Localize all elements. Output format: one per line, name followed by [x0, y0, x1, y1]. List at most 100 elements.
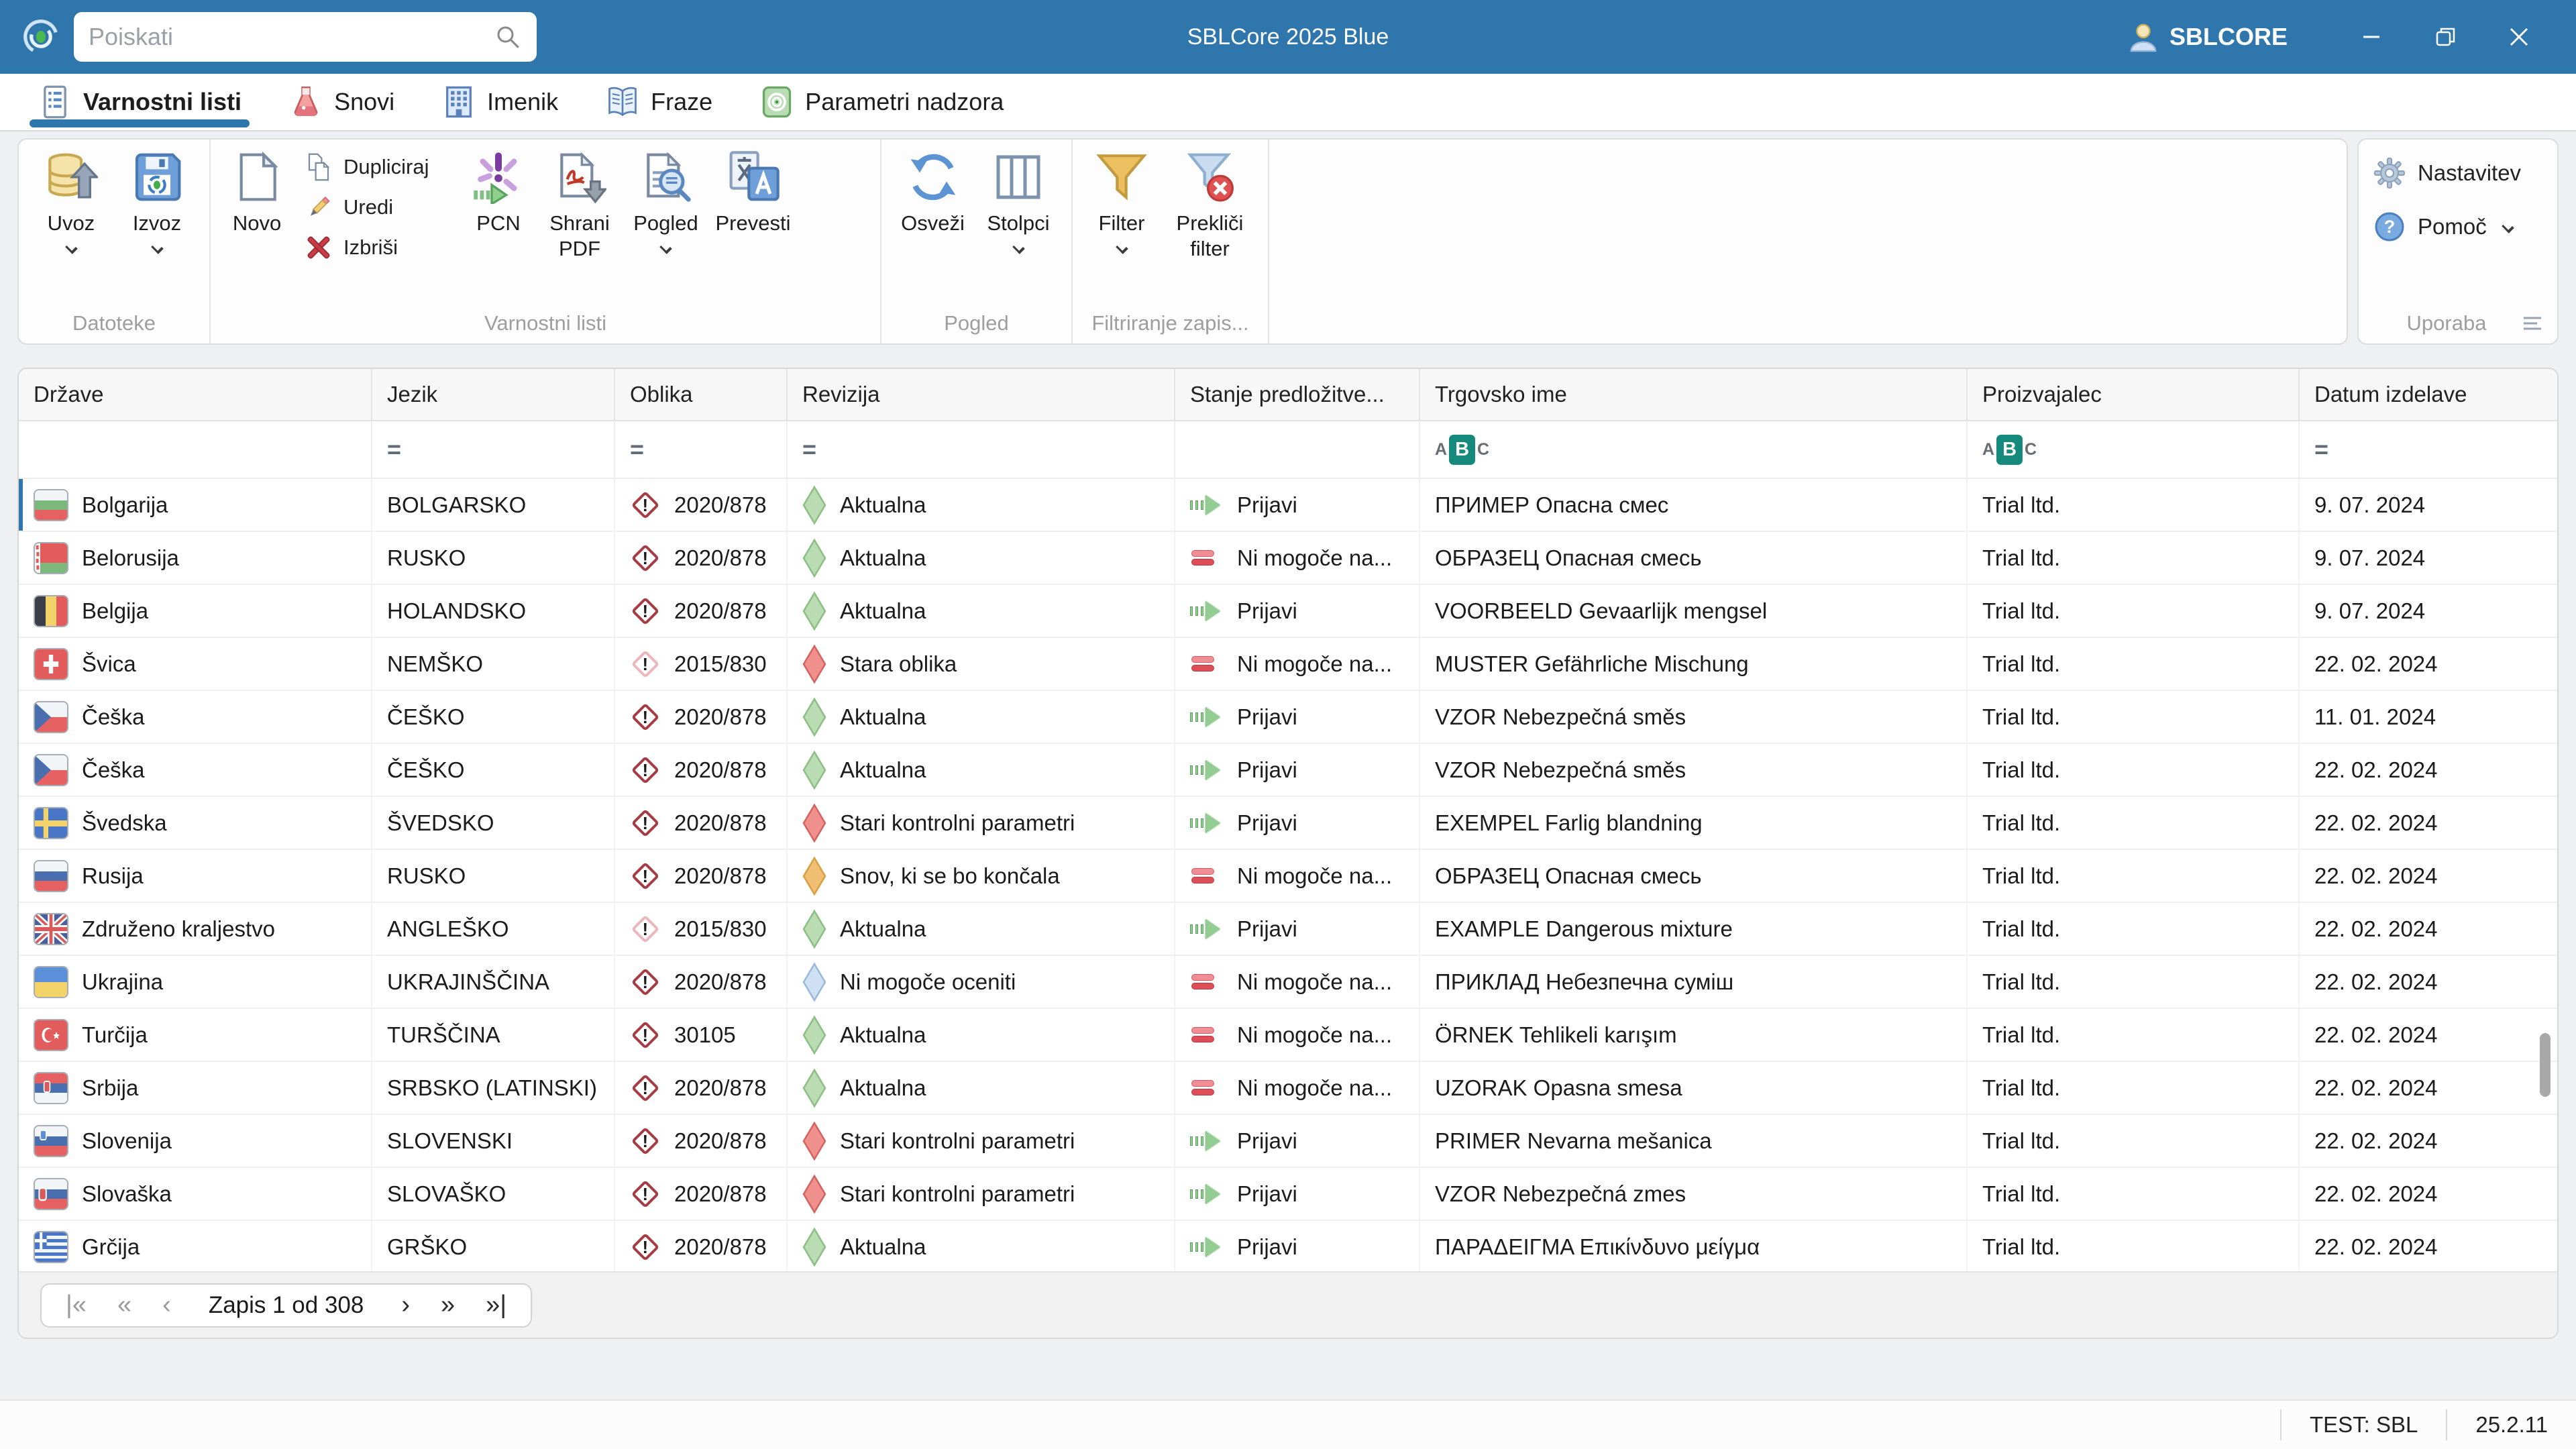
table-row[interactable]: Slovaška SLOVAŠKO ! 2020/878 Stari kontr… [19, 1168, 2557, 1221]
filter-cell[interactable]: ABC [1968, 421, 2300, 478]
izvoz-button[interactable]: Izvoz [114, 144, 200, 254]
menu-lines-icon[interactable] [2521, 315, 2544, 332]
equals-filter-icon[interactable]: = [387, 435, 401, 464]
cell-stanje: Ni mogoče na... [1175, 638, 1420, 690]
tab-fraze[interactable]: Fraze [605, 74, 712, 130]
column-header-datum-izdelave[interactable]: Datum izdelave [2300, 369, 2497, 420]
vertical-scrollbar-thumb[interactable] [2540, 1033, 2551, 1097]
table-row[interactable]: Grčija GRŠKO ! 2020/878 Aktualna Prijavi… [19, 1221, 2557, 1274]
country-flag-icon [34, 541, 68, 574]
table-row[interactable]: Turčija TURŠČINA ! 30105 Aktualna Ni mog… [19, 1009, 2557, 1062]
column-header-trgovsko-ime[interactable]: Trgovsko ime [1420, 369, 1968, 420]
prevesti-button[interactable]: Prevesti [708, 144, 798, 236]
last-page-button[interactable]: »| [486, 1291, 506, 1320]
text-filter-icon[interactable]: ABC [1982, 434, 2037, 465]
next-pages-button[interactable]: » [441, 1291, 455, 1320]
revision-status-label: Aktualna [840, 757, 926, 782]
cell-trgovsko-ime: EXEMPEL Farlig blandning [1420, 797, 1968, 849]
search-icon[interactable] [494, 23, 522, 51]
prev-record-button[interactable]: ‹ [162, 1291, 171, 1320]
uredi-button[interactable]: Uredi [305, 193, 455, 221]
dupliciraj-button[interactable]: Dupliciraj [305, 153, 455, 181]
tab-parametri-nadzora[interactable]: Parametri nadzora [759, 74, 1004, 130]
filter-cell[interactable] [19, 421, 372, 478]
close-button[interactable] [2482, 0, 2556, 74]
cell-revizija: Stari kontrolni parametri [788, 1115, 1175, 1167]
column-header-oblika[interactable]: Oblika [615, 369, 788, 420]
table-row[interactable]: Švica NEMŠKO ! 2015/830 Stara oblika Ni … [19, 638, 2557, 691]
revision-status-label: Aktualna [840, 916, 926, 941]
novo-button[interactable]: Novo [220, 144, 294, 236]
preklici-filter-button[interactable]: Prekliči filter [1161, 144, 1258, 262]
izbrisi-button[interactable]: Izbriši [305, 233, 455, 262]
cell-drzave: Bolgarija [19, 479, 372, 531]
table-row[interactable]: Ukrajina UKRAJINŠČINA ! 2020/878 Ni mogo… [19, 956, 2557, 1009]
maximize-button[interactable] [2408, 0, 2482, 74]
table-row[interactable]: Bolgarija BOLGARSKO ! 2020/878 Aktualna … [19, 479, 2557, 532]
osvezi-button[interactable]: Osveži [891, 144, 975, 236]
column-header-jezik[interactable]: Jezik [372, 369, 615, 420]
submission-status-label: Ni mogoče na... [1237, 1075, 1393, 1100]
revision-status-icon [802, 1227, 826, 1267]
column-header-drzave[interactable]: Države [19, 369, 372, 420]
pcn-notify-icon [472, 149, 525, 205]
revision-status-icon [802, 750, 826, 790]
equals-filter-icon[interactable]: = [802, 435, 816, 464]
filter-cell[interactable]: = [615, 421, 788, 478]
document-list-icon [44, 85, 66, 119]
tab-varnostni-listi[interactable]: Varnostni listi [29, 74, 250, 130]
column-header-revizija[interactable]: Revizija [788, 369, 1175, 420]
filter-button[interactable]: Filter [1082, 144, 1161, 254]
table-row[interactable]: Češka ČEŠKO ! 2020/878 Aktualna Prijavi … [19, 744, 2557, 797]
filter-cell[interactable]: = [372, 421, 615, 478]
pogled-button[interactable]: Pogled [624, 144, 708, 254]
pomoc-button[interactable]: ? Pomoč [2371, 200, 2545, 254]
regulation-label: 2020/878 [674, 704, 767, 729]
cell-trgovsko-ime: PRIMER Nevarna mešanica [1420, 1115, 1968, 1167]
column-header-stanje[interactable]: Stanje predložitve... [1175, 369, 1420, 420]
filter-cell[interactable]: ABC [1420, 421, 1968, 478]
table-row[interactable]: Belorusija RUSKO ! 2020/878 Aktualna Ni … [19, 532, 2557, 585]
pcn-button[interactable]: PCN [462, 144, 535, 236]
cell-stanje: Ni mogoče na... [1175, 1062, 1420, 1114]
search-input[interactable] [89, 23, 494, 51]
uvoz-button[interactable]: Uvoz [28, 144, 114, 254]
cell-revizija: Aktualna [788, 532, 1175, 584]
equals-filter-icon[interactable]: = [2314, 435, 2328, 464]
nastavitev-button[interactable]: Nastavitev [2371, 146, 2545, 200]
table-row[interactable]: Srbija SRBSKO (LATINSKI) ! 2020/878 Aktu… [19, 1062, 2557, 1115]
filter-cell[interactable] [1175, 421, 1420, 478]
first-page-button[interactable]: |« [66, 1291, 87, 1320]
next-record-button[interactable]: › [401, 1291, 410, 1320]
filter-cell[interactable]: = [2300, 421, 2497, 478]
building-icon [446, 86, 472, 118]
cell-trgovsko-ime: VOORBEELD Gevaarlijk mengsel [1420, 585, 1968, 637]
table-row[interactable]: Češka ČEŠKO ! 2020/878 Aktualna Prijavi … [19, 691, 2557, 744]
cell-drzave: Češka [19, 744, 372, 796]
stolpci-button[interactable]: Stolpci [975, 144, 1062, 254]
refresh-icon [906, 149, 960, 205]
column-header-proizvajalec[interactable]: Proizvajalec [1968, 369, 2300, 420]
submission-status-icon [1190, 1130, 1224, 1151]
regulation-label: 2020/878 [674, 810, 767, 835]
clear-filter-icon [1183, 149, 1237, 205]
submission-status-icon [1190, 600, 1224, 621]
account-button[interactable]: SBLCORE [2128, 21, 2288, 52]
minimize-button[interactable] [2334, 0, 2408, 74]
equals-filter-icon[interactable]: = [630, 435, 644, 464]
shrani-pdf-button[interactable]: Shrani PDF [535, 144, 624, 262]
text-filter-icon[interactable]: ABC [1435, 434, 1489, 465]
table-row[interactable]: Združeno kraljestvo ANGLEŠKO ! 2015/830 … [19, 903, 2557, 956]
tab-snovi[interactable]: Snovi [288, 74, 394, 130]
table-row[interactable]: Rusija RUSKO ! 2020/878 Snov, ki se bo k… [19, 850, 2557, 903]
cell-drzave: Turčija [19, 1009, 372, 1061]
submission-status-label: Ni mogoče na... [1237, 969, 1393, 994]
table-row[interactable]: Slovenija SLOVENSKI ! 2020/878 Stari kon… [19, 1115, 2557, 1168]
cell-trgovsko-ime: ОБРАЗЕЦ Опасная смесь [1420, 532, 1968, 584]
tab-imenik[interactable]: Imenik [441, 74, 558, 130]
table-row[interactable]: Belgija HOLANDSKO ! 2020/878 Aktualna Pr… [19, 585, 2557, 638]
table-row[interactable]: Švedska ŠVEDSKO ! 2020/878 Stari kontrol… [19, 797, 2557, 850]
prev-pages-button[interactable]: « [117, 1291, 131, 1320]
cell-jezik: GRŠKO [372, 1221, 615, 1273]
filter-cell[interactable]: = [788, 421, 1175, 478]
